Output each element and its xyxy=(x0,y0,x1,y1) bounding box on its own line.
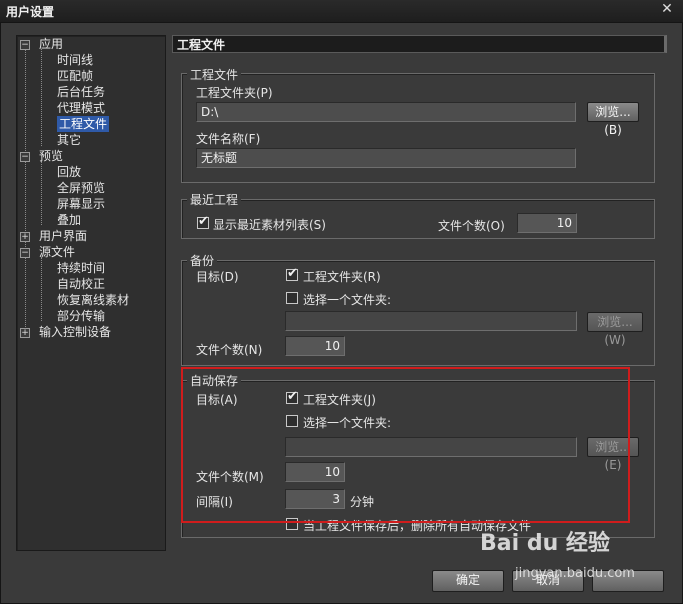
autosave-folder-field[interactable] xyxy=(285,437,577,457)
expand-icon[interactable]: + xyxy=(20,328,30,338)
tree-item-match-frame[interactable]: 匹配帧 xyxy=(57,68,93,84)
tree-item-app[interactable]: 应用 xyxy=(39,36,63,52)
show-recent-checkbox[interactable]: ✔ xyxy=(197,214,209,229)
project-folder-label: 工程文件夹(P) xyxy=(196,86,273,100)
collapse-icon[interactable]: − xyxy=(20,248,30,258)
tree-line xyxy=(41,161,42,225)
interval-field[interactable]: 3 xyxy=(285,489,345,509)
interval-unit-label: 分钟 xyxy=(350,495,375,509)
checkmark-icon: ✔ xyxy=(287,389,298,404)
tree-item-playback[interactable]: 回放 xyxy=(57,164,81,180)
collapse-icon[interactable]: − xyxy=(20,40,30,50)
autosave-group xyxy=(181,380,655,538)
autosave-count-field[interactable]: 10 xyxy=(285,462,345,482)
close-icon[interactable]: ✕ xyxy=(659,1,675,19)
title-bar: 用户设置 ✕ xyxy=(0,0,683,23)
tree-item-auto-correct[interactable]: 自动校正 xyxy=(57,276,105,292)
autosave-project-folder-label: 工程文件夹(J) xyxy=(303,393,376,407)
backup-count-label: 文件个数(N) xyxy=(196,343,263,357)
tree-item-input-control[interactable]: 输入控制设备 xyxy=(39,324,111,340)
backup-target-label: 目标(D) xyxy=(196,270,239,284)
autosave-browse-button[interactable]: 浏览...(E) xyxy=(587,437,639,472)
tree-line xyxy=(25,49,26,337)
tree-line xyxy=(41,257,42,321)
watermark-url: jingyan.baidu.com xyxy=(515,566,635,581)
tree-item-project-file[interactable]: 工程文件 xyxy=(57,116,110,132)
backup-browse-button[interactable]: 浏览...(W) xyxy=(587,312,643,347)
file-name-field[interactable]: 无标题 xyxy=(196,148,576,168)
recent-count-label: 文件个数(O) xyxy=(438,219,505,233)
tree-line xyxy=(41,49,42,146)
backup-choose-folder-label: 选择一个文件夹: xyxy=(303,293,392,307)
group-legend: 工程文件 xyxy=(187,66,242,83)
expand-icon[interactable]: + xyxy=(20,232,30,242)
watermark-logo: Bai du 经验 xyxy=(480,531,610,556)
tree-item-user-interface[interactable]: 用户界面 xyxy=(39,228,87,244)
tree-item-timeline[interactable]: 时间线 xyxy=(57,52,93,68)
page-title: 工程文件 xyxy=(172,35,667,53)
checkmark-icon: ✔ xyxy=(198,214,209,229)
autosave-project-folder-checkbox[interactable]: ✔ xyxy=(286,389,298,404)
autosave-count-label: 文件个数(M) xyxy=(196,470,264,484)
tree-item-partial-transfer[interactable]: 部分传输 xyxy=(57,308,105,324)
file-name-label: 文件名称(F) xyxy=(196,132,261,146)
project-browse-button[interactable]: 浏览...(B) xyxy=(587,102,639,137)
tree-item-preview[interactable]: 预览 xyxy=(39,148,63,164)
backup-folder-field[interactable] xyxy=(285,311,577,331)
tree-item-source-file[interactable]: 源文件 xyxy=(39,244,75,260)
backup-count-field[interactable]: 10 xyxy=(285,336,345,356)
autosave-choose-folder-checkbox[interactable] xyxy=(286,415,298,427)
settings-tree[interactable]: − 应用 时间线 匹配帧 后台任务 代理模式 工程文件 其它 − 预览 回放 全… xyxy=(16,35,166,551)
tree-item-proxy-mode[interactable]: 代理模式 xyxy=(57,100,105,116)
backup-project-folder-checkbox[interactable]: ✔ xyxy=(286,266,298,281)
tree-item-other[interactable]: 其它 xyxy=(57,132,81,148)
autosave-choose-folder-label: 选择一个文件夹: xyxy=(303,416,392,430)
backup-choose-folder-checkbox[interactable] xyxy=(286,292,298,304)
tree-item-fullscreen-preview[interactable]: 全屏预览 xyxy=(57,180,105,196)
autosave-target-label: 目标(A) xyxy=(196,393,238,407)
show-recent-label: 显示最近素材列表(S) xyxy=(213,218,326,232)
delete-autosave-checkbox[interactable] xyxy=(286,518,298,530)
collapse-icon[interactable]: − xyxy=(20,152,30,162)
recent-count-field[interactable]: 10 xyxy=(517,213,577,233)
group-legend: 自动保存 xyxy=(187,372,242,389)
tree-item-overlay[interactable]: 叠加 xyxy=(57,212,81,228)
project-folder-field[interactable]: D:\ xyxy=(196,102,576,122)
group-legend: 备份 xyxy=(187,252,218,269)
window-title: 用户设置 xyxy=(6,5,55,19)
group-legend: 最近工程 xyxy=(187,191,242,208)
tree-item-onscreen-display[interactable]: 屏幕显示 xyxy=(57,196,105,212)
ok-button[interactable]: 确定 xyxy=(432,570,504,592)
checkmark-icon: ✔ xyxy=(287,266,298,281)
backup-project-folder-label: 工程文件夹(R) xyxy=(303,270,381,284)
tree-item-duration[interactable]: 持续时间 xyxy=(57,260,105,276)
tree-item-background-tasks[interactable]: 后台任务 xyxy=(57,84,105,100)
tree-item-restore-offline[interactable]: 恢复离线素材 xyxy=(57,292,129,308)
interval-label: 间隔(I) xyxy=(196,495,233,509)
